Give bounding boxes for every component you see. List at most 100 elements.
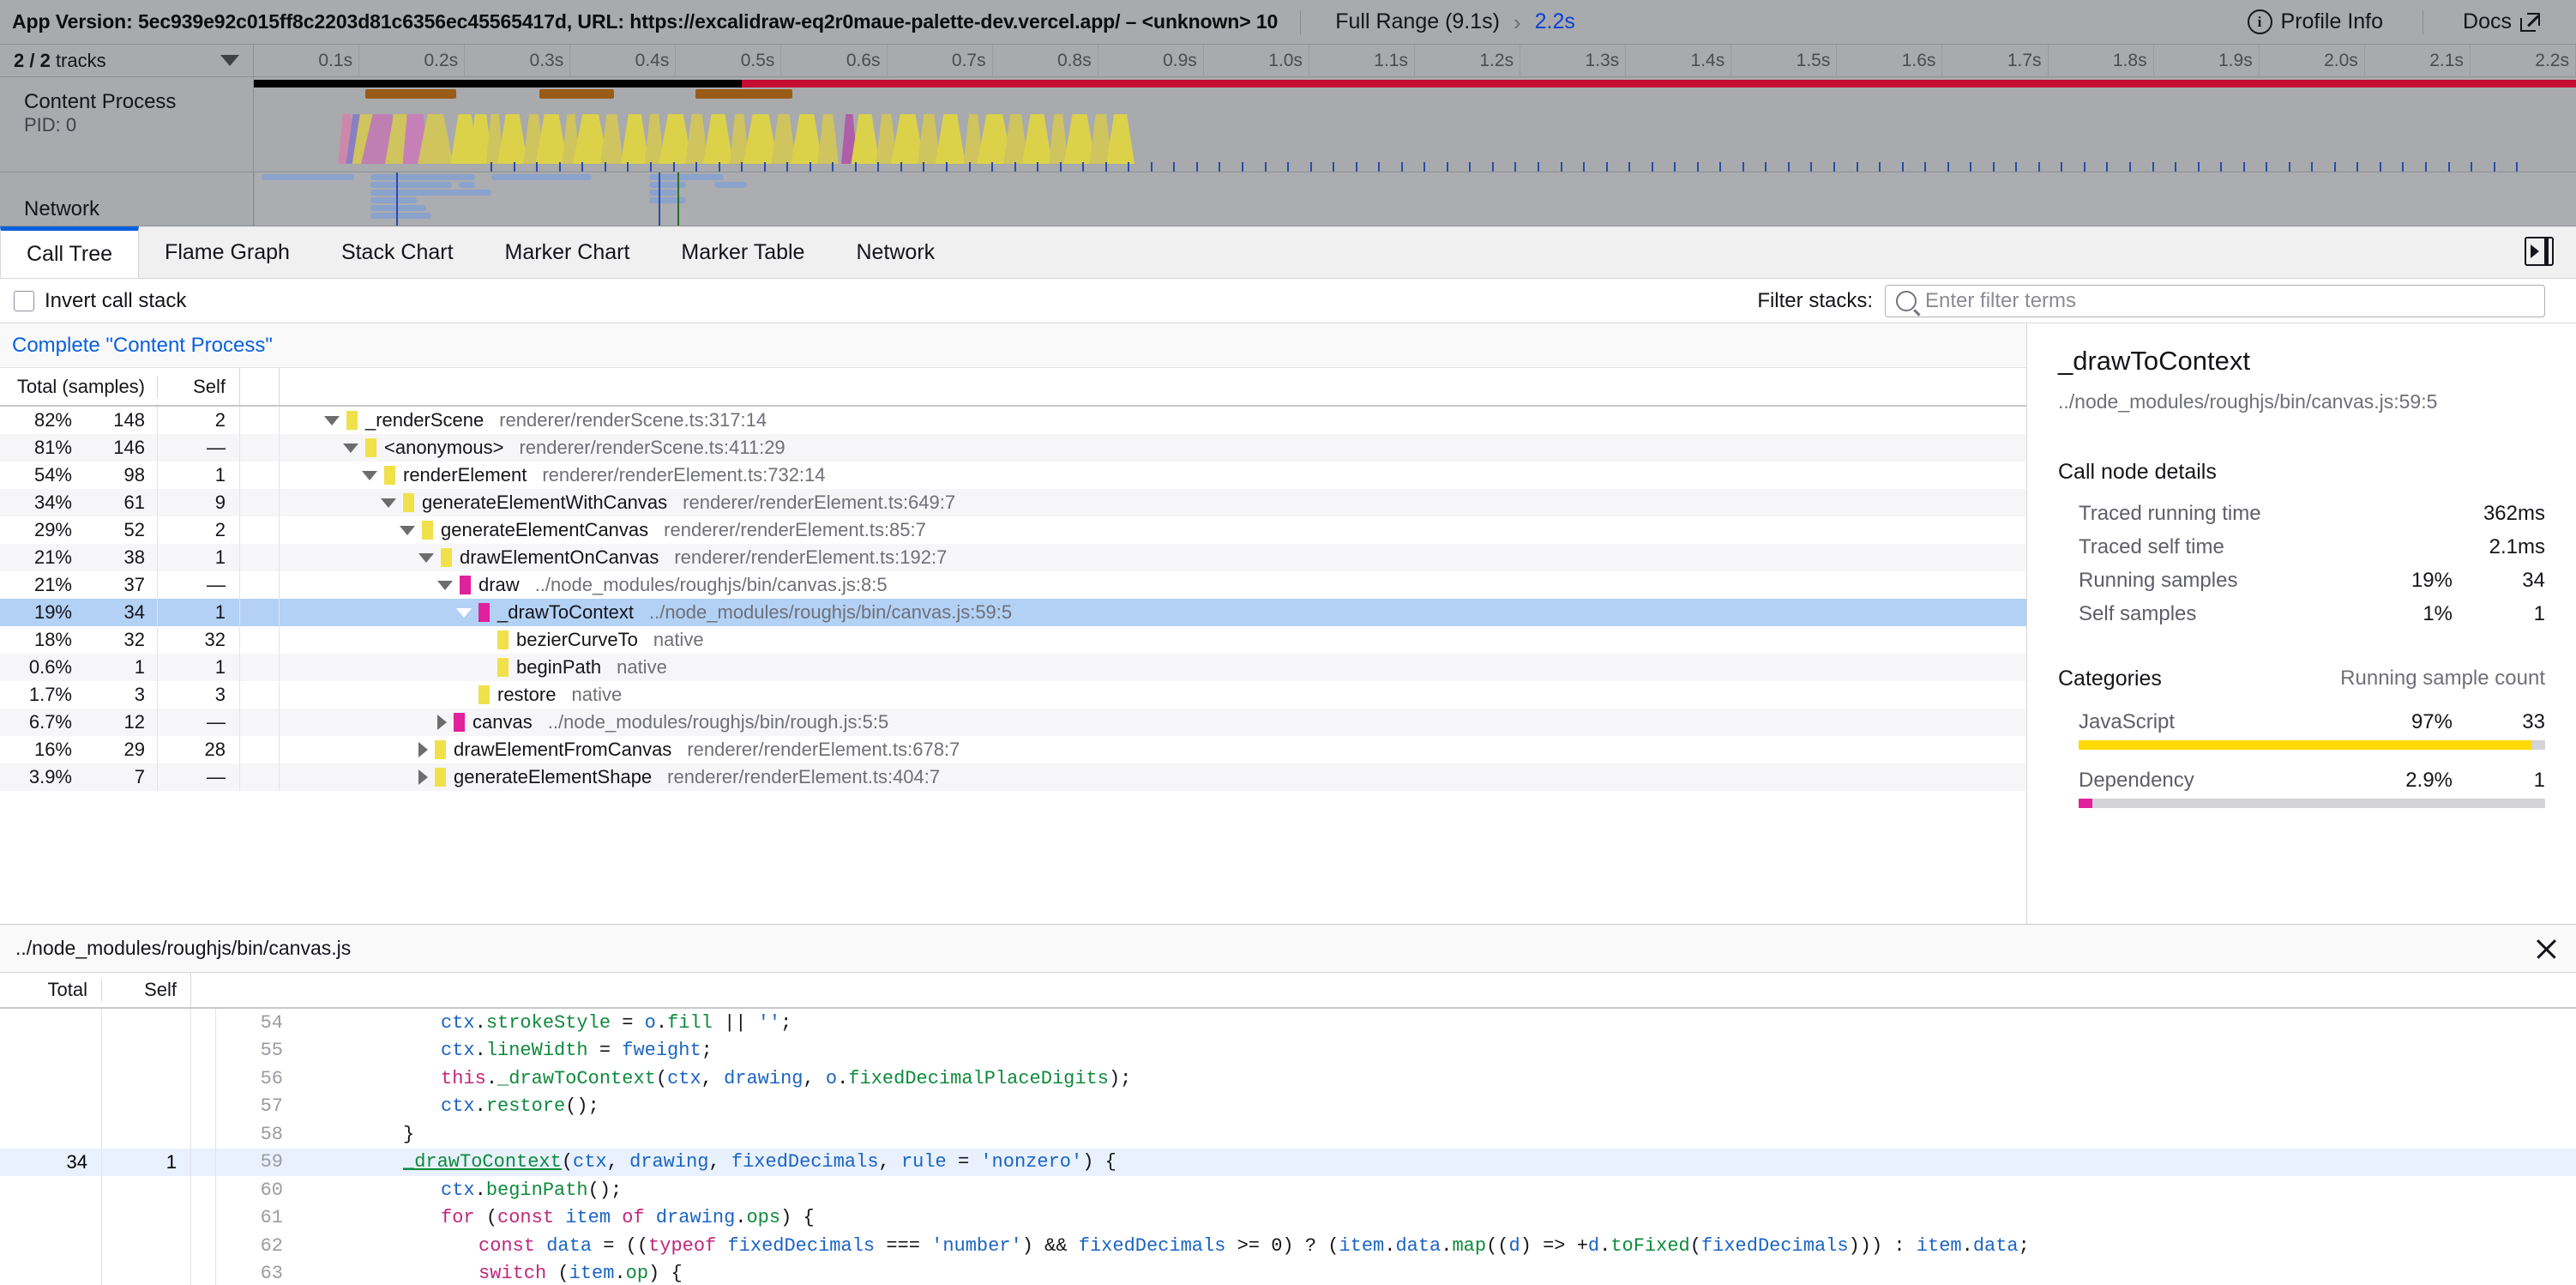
filter-stacks-input[interactable]: Enter filter terms <box>1885 284 2545 317</box>
call-tree-header: Total (samples) Self <box>0 368 2026 407</box>
tab-marker-chart[interactable]: Marker Chart <box>479 226 656 278</box>
chevron-down-icon[interactable] <box>400 525 415 535</box>
cell-function[interactable]: bezierCurveTo native <box>280 629 704 651</box>
chevron-right-icon[interactable] <box>437 715 447 730</box>
sample-tick <box>1810 162 1813 172</box>
chevron-down-icon[interactable] <box>343 443 358 453</box>
network-request-bar[interactable] <box>545 174 592 180</box>
cell-function[interactable]: generateElementCanvas renderer/renderElem… <box>280 519 926 541</box>
chevron-down-icon[interactable] <box>437 580 453 590</box>
network-request-bar[interactable] <box>370 190 492 196</box>
chevron-down-icon[interactable] <box>418 552 434 563</box>
network-request-bar[interactable] <box>649 182 687 188</box>
cell-function[interactable]: _renderScene renderer/renderScene.ts:317:… <box>280 409 767 431</box>
cell-function[interactable]: draw ../node_modules/roughjs/bin/canvas.j… <box>280 574 888 596</box>
code-line-number: 61 <box>260 1207 283 1229</box>
tab-marker-table[interactable]: Marker Table <box>655 226 830 278</box>
table-row[interactable]: 18% 32 32 bezierCurveTo native <box>0 626 2026 654</box>
table-row[interactable]: 0.6% 1 1 beginPath native <box>0 654 2026 681</box>
code-line: 57 ctx.restore(); <box>0 1092 2576 1120</box>
table-row[interactable]: 54% 98 1 renderElement renderer/renderElemen… <box>0 462 2026 489</box>
cell-self: — <box>157 709 239 736</box>
cell-self: 1 <box>157 599 239 626</box>
cell-function[interactable]: canvas ../node_modules/roughjs/bin/rough.… <box>280 711 888 733</box>
table-row[interactable]: 16% 29 28 drawElementFromCanvas renderer/ren… <box>0 736 2026 763</box>
network-request-bar[interactable] <box>713 182 747 188</box>
sample-tick <box>2242 162 2245 172</box>
cell-function[interactable]: restore native <box>280 684 622 706</box>
tab-stack-chart[interactable]: Stack Chart <box>316 226 479 278</box>
track-selector-button[interactable]: 2 / 2 tracks <box>0 45 254 76</box>
track-graph-content-process[interactable] <box>254 77 2576 172</box>
cell-function[interactable]: drawElementOnCanvas renderer/renderElemen… <box>280 546 947 569</box>
chevron-down-icon[interactable] <box>362 470 377 480</box>
profiler-app: App Version: 5ec939e92c015ff8c2203d81c63… <box>0 0 2576 1285</box>
external-link-icon <box>2520 12 2540 32</box>
category-count: 33 <box>2522 710 2545 733</box>
table-row[interactable]: 29% 52 2 generateElementCanvas renderer/rend… <box>0 516 2026 544</box>
invert-call-stack-checkbox[interactable]: Invert call stack <box>14 289 186 313</box>
sample-tick <box>1970 162 1972 172</box>
network-request-bar[interactable] <box>649 174 724 180</box>
profile-info-button[interactable]: i Profile Info <box>2230 9 2401 34</box>
cell-function[interactable]: drawElementFromCanvas renderer/renderElem… <box>280 739 960 761</box>
table-row[interactable]: 1.7% 3 3 restore native <box>0 681 2026 709</box>
network-request-bar[interactable] <box>649 190 677 196</box>
table-row[interactable]: 81% 146 — <anonymous> renderer/renderScene.t… <box>0 434 2026 462</box>
column-header-self[interactable]: Self <box>157 375 239 398</box>
network-request-bar[interactable] <box>459 182 476 188</box>
table-row[interactable]: 82% 148 2 _renderScene renderer/renderScene.… <box>0 407 2026 434</box>
cell-function[interactable]: generateElementShape renderer/renderEleme… <box>280 766 940 788</box>
column-header-total[interactable]: Total (samples) <box>0 376 157 398</box>
table-row[interactable]: 34% 61 9 generateElementWithCanvas renderer/… <box>0 489 2026 516</box>
sample-tick <box>1309 162 1312 172</box>
code-line-number: 62 <box>260 1234 283 1257</box>
breadcrumb-item-full-range[interactable]: Full Range (9.1s) <box>1323 9 1512 34</box>
tab-network[interactable]: Network <box>830 226 960 278</box>
table-row[interactable]: 21% 38 1 drawElementOnCanvas renderer/render… <box>0 544 2026 571</box>
table-row[interactable]: 19% 34 1 _drawToContext ../node_modules/roug… <box>0 599 2026 626</box>
network-request-bar[interactable] <box>370 182 453 188</box>
code-self <box>101 1065 190 1093</box>
cell-function[interactable]: renderElement renderer/renderElement.ts:7… <box>280 464 826 486</box>
chevron-right-icon[interactable] <box>418 769 428 785</box>
track-graph-network[interactable] <box>254 172 2576 226</box>
table-row[interactable]: 3.9% 7 — generateElementShape renderer/rende… <box>0 763 2026 791</box>
cell-function[interactable]: generateElementWithCanvas renderer/render… <box>280 492 955 514</box>
timeline-tracks: Content Process PID: 0 Network <box>0 77 2576 226</box>
checkbox-box[interactable] <box>14 290 34 311</box>
cell-function[interactable]: _drawToContext ../node_modules/roughjs/bi… <box>280 601 1012 624</box>
table-row[interactable]: 21% 37 — draw ../node_modules/roughjs/bin/ca… <box>0 571 2026 599</box>
docs-button[interactable]: Docs <box>2446 9 2557 34</box>
complete-content-process-link[interactable]: Complete "Content Process" <box>12 334 273 358</box>
network-request-bar[interactable] <box>370 213 431 219</box>
track-row-network[interactable]: Network <box>0 172 2576 226</box>
track-row-content-process[interactable]: Content Process PID: 0 <box>0 77 2576 172</box>
chevron-down-icon[interactable] <box>381 498 396 508</box>
sample-tick <box>1287 162 1290 172</box>
sample-tick <box>1355 162 1357 172</box>
chevron-down-icon[interactable] <box>324 415 340 425</box>
track-label-content-process[interactable]: Content Process PID: 0 <box>0 77 254 172</box>
track-label-network[interactable]: Network <box>0 172 254 226</box>
table-row[interactable]: 6.7% 12 — canvas ../node_modules/roughjs/bin… <box>0 709 2026 736</box>
category-color-swatch <box>365 438 376 457</box>
close-icon[interactable] <box>2531 934 2561 963</box>
tab-call-tree[interactable]: Call Tree <box>0 226 140 278</box>
chevron-right-icon[interactable] <box>418 742 428 757</box>
network-request-bar[interactable] <box>370 174 476 180</box>
network-request-bar[interactable] <box>649 197 687 203</box>
network-request-bar[interactable] <box>370 197 418 203</box>
chevron-down-icon[interactable] <box>456 607 472 618</box>
timeline-ruler: 2 / 2 tracks 0.1s 0.2s 0.3s 0.4s 0.5s 0.6s 0.7… <box>0 45 2576 77</box>
breadcrumb-item-selected-range[interactable]: 2.2s <box>1523 9 1587 34</box>
cell-function[interactable]: <anonymous> renderer/renderScene.ts:411:2… <box>280 437 785 459</box>
ruler-tick-label: 0.5s <box>740 51 775 70</box>
network-request-bar[interactable] <box>370 205 427 211</box>
tab-flame-graph[interactable]: Flame Graph <box>139 226 316 278</box>
cell-function[interactable]: beginPath native <box>280 656 667 679</box>
sidebar-toggle-button[interactable] <box>2525 237 2554 266</box>
network-request-bar[interactable] <box>262 174 355 180</box>
sample-tick <box>1560 162 1562 172</box>
